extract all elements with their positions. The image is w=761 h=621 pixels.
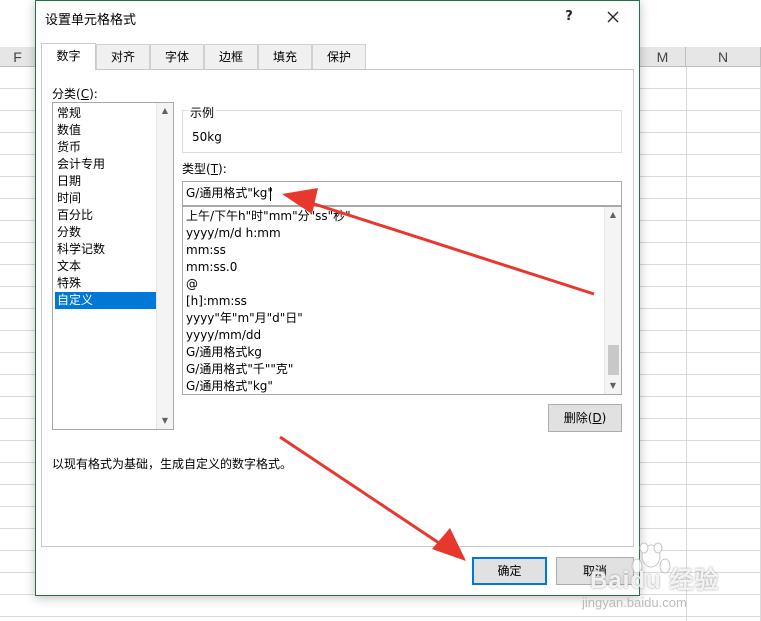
tab-border[interactable]: 边框	[204, 44, 258, 70]
format-item[interactable]: @	[186, 276, 606, 293]
format-code-list[interactable]: 上午/下午h"时"mm"分"ss"秒" yyyy/m/d h:mm mm:ss …	[182, 206, 622, 395]
column-header-m[interactable]: M	[640, 47, 686, 67]
category-item-currency[interactable]: 货币	[55, 139, 157, 156]
scroll-up-arrow-icon[interactable]: ▲	[605, 207, 621, 223]
help-button[interactable]: ?	[555, 5, 583, 29]
scroll-up-arrow-icon[interactable]: ▲	[157, 103, 173, 119]
delete-button[interactable]: 删除(D)	[548, 404, 622, 432]
category-item-time[interactable]: 时间	[55, 190, 157, 207]
category-item-text[interactable]: 文本	[55, 258, 157, 275]
category-list[interactable]: 常规 数值 货币 会计专用 日期 时间 百分比 分数 科学记数 文本 特殊 自定…	[52, 102, 174, 430]
dialog-title: 设置单元格格式	[45, 13, 137, 28]
format-item[interactable]: yyyy/m/d h:mm	[186, 225, 606, 242]
type-input-value: G/通用格式"kg"	[186, 186, 273, 200]
sample-label: 示例	[188, 104, 217, 121]
tab-alignment[interactable]: 对齐	[96, 44, 150, 70]
format-list-scrollbar[interactable]: ▲ ▼	[604, 207, 621, 394]
category-item-number[interactable]: 数值	[55, 122, 157, 139]
category-item-scientific[interactable]: 科学记数	[55, 241, 157, 258]
format-item[interactable]: mm:ss.0	[186, 259, 606, 276]
text-cursor	[270, 187, 271, 201]
ok-button[interactable]: 确定	[472, 557, 547, 585]
format-item[interactable]: [h]:mm:ss	[186, 293, 606, 310]
close-button[interactable]	[599, 5, 627, 29]
number-tab-panel: 分类(C): 常规 数值 货币 会计专用 日期 时间 百分比 分数 科学记数 文…	[41, 69, 634, 547]
format-item[interactable]: G/通用格式"kg"	[186, 378, 606, 395]
sample-value: 50kg	[192, 130, 222, 144]
format-description: 以现有格式为基础，生成自定义的数字格式。	[52, 457, 293, 471]
type-input[interactable]: G/通用格式"kg"	[182, 181, 622, 206]
dialog-title-bar[interactable]: 设置单元格格式 ?	[36, 1, 639, 33]
tab-number[interactable]: 数字	[41, 43, 96, 70]
format-item[interactable]: G/通用格式kg	[186, 344, 606, 361]
close-icon	[607, 11, 619, 23]
scroll-down-arrow-icon[interactable]: ▼	[605, 378, 621, 394]
category-item-date[interactable]: 日期	[55, 173, 157, 190]
tab-fill[interactable]: 填充	[258, 44, 312, 70]
type-label: 类型(T):	[182, 162, 227, 176]
format-item[interactable]: mm:ss	[186, 242, 606, 259]
format-cells-dialog: 设置单元格格式 ? 数字 对齐 字体 边框 填充 保护 分类(C): 常规 数值…	[35, 0, 640, 596]
category-item-accounting[interactable]: 会计专用	[55, 156, 157, 173]
tab-strip: 数字 对齐 字体 边框 填充 保护	[41, 43, 636, 70]
category-item-custom[interactable]: 自定义	[55, 292, 157, 309]
column-header-n[interactable]: N	[686, 47, 761, 67]
format-item[interactable]: yyyy"年"m"月"d"日"	[186, 310, 606, 327]
format-item[interactable]: 上午/下午h"时"mm"分"ss"秒"	[186, 208, 606, 225]
column-header-f[interactable]: F	[0, 47, 36, 67]
tab-protection[interactable]: 保护	[312, 44, 366, 70]
format-item[interactable]: G/通用格式"千""克"	[186, 361, 606, 378]
scroll-thumb[interactable]	[608, 345, 619, 375]
watermark-brand: Baidu 经验	[590, 567, 720, 594]
format-item[interactable]: yyyy/mm/dd	[186, 327, 606, 344]
category-label: 分类(C):	[52, 87, 98, 101]
category-item-percentage[interactable]: 百分比	[55, 207, 157, 224]
tab-font[interactable]: 字体	[150, 44, 204, 70]
category-scrollbar[interactable]: ▲ ▼	[156, 103, 173, 429]
sample-group	[182, 110, 622, 153]
watermark-url: jingyan.baidu.com	[582, 595, 687, 610]
category-item-general[interactable]: 常规	[55, 105, 157, 122]
scroll-down-arrow-icon[interactable]: ▼	[157, 413, 173, 429]
category-item-special[interactable]: 特殊	[55, 275, 157, 292]
category-item-fraction[interactable]: 分数	[55, 224, 157, 241]
